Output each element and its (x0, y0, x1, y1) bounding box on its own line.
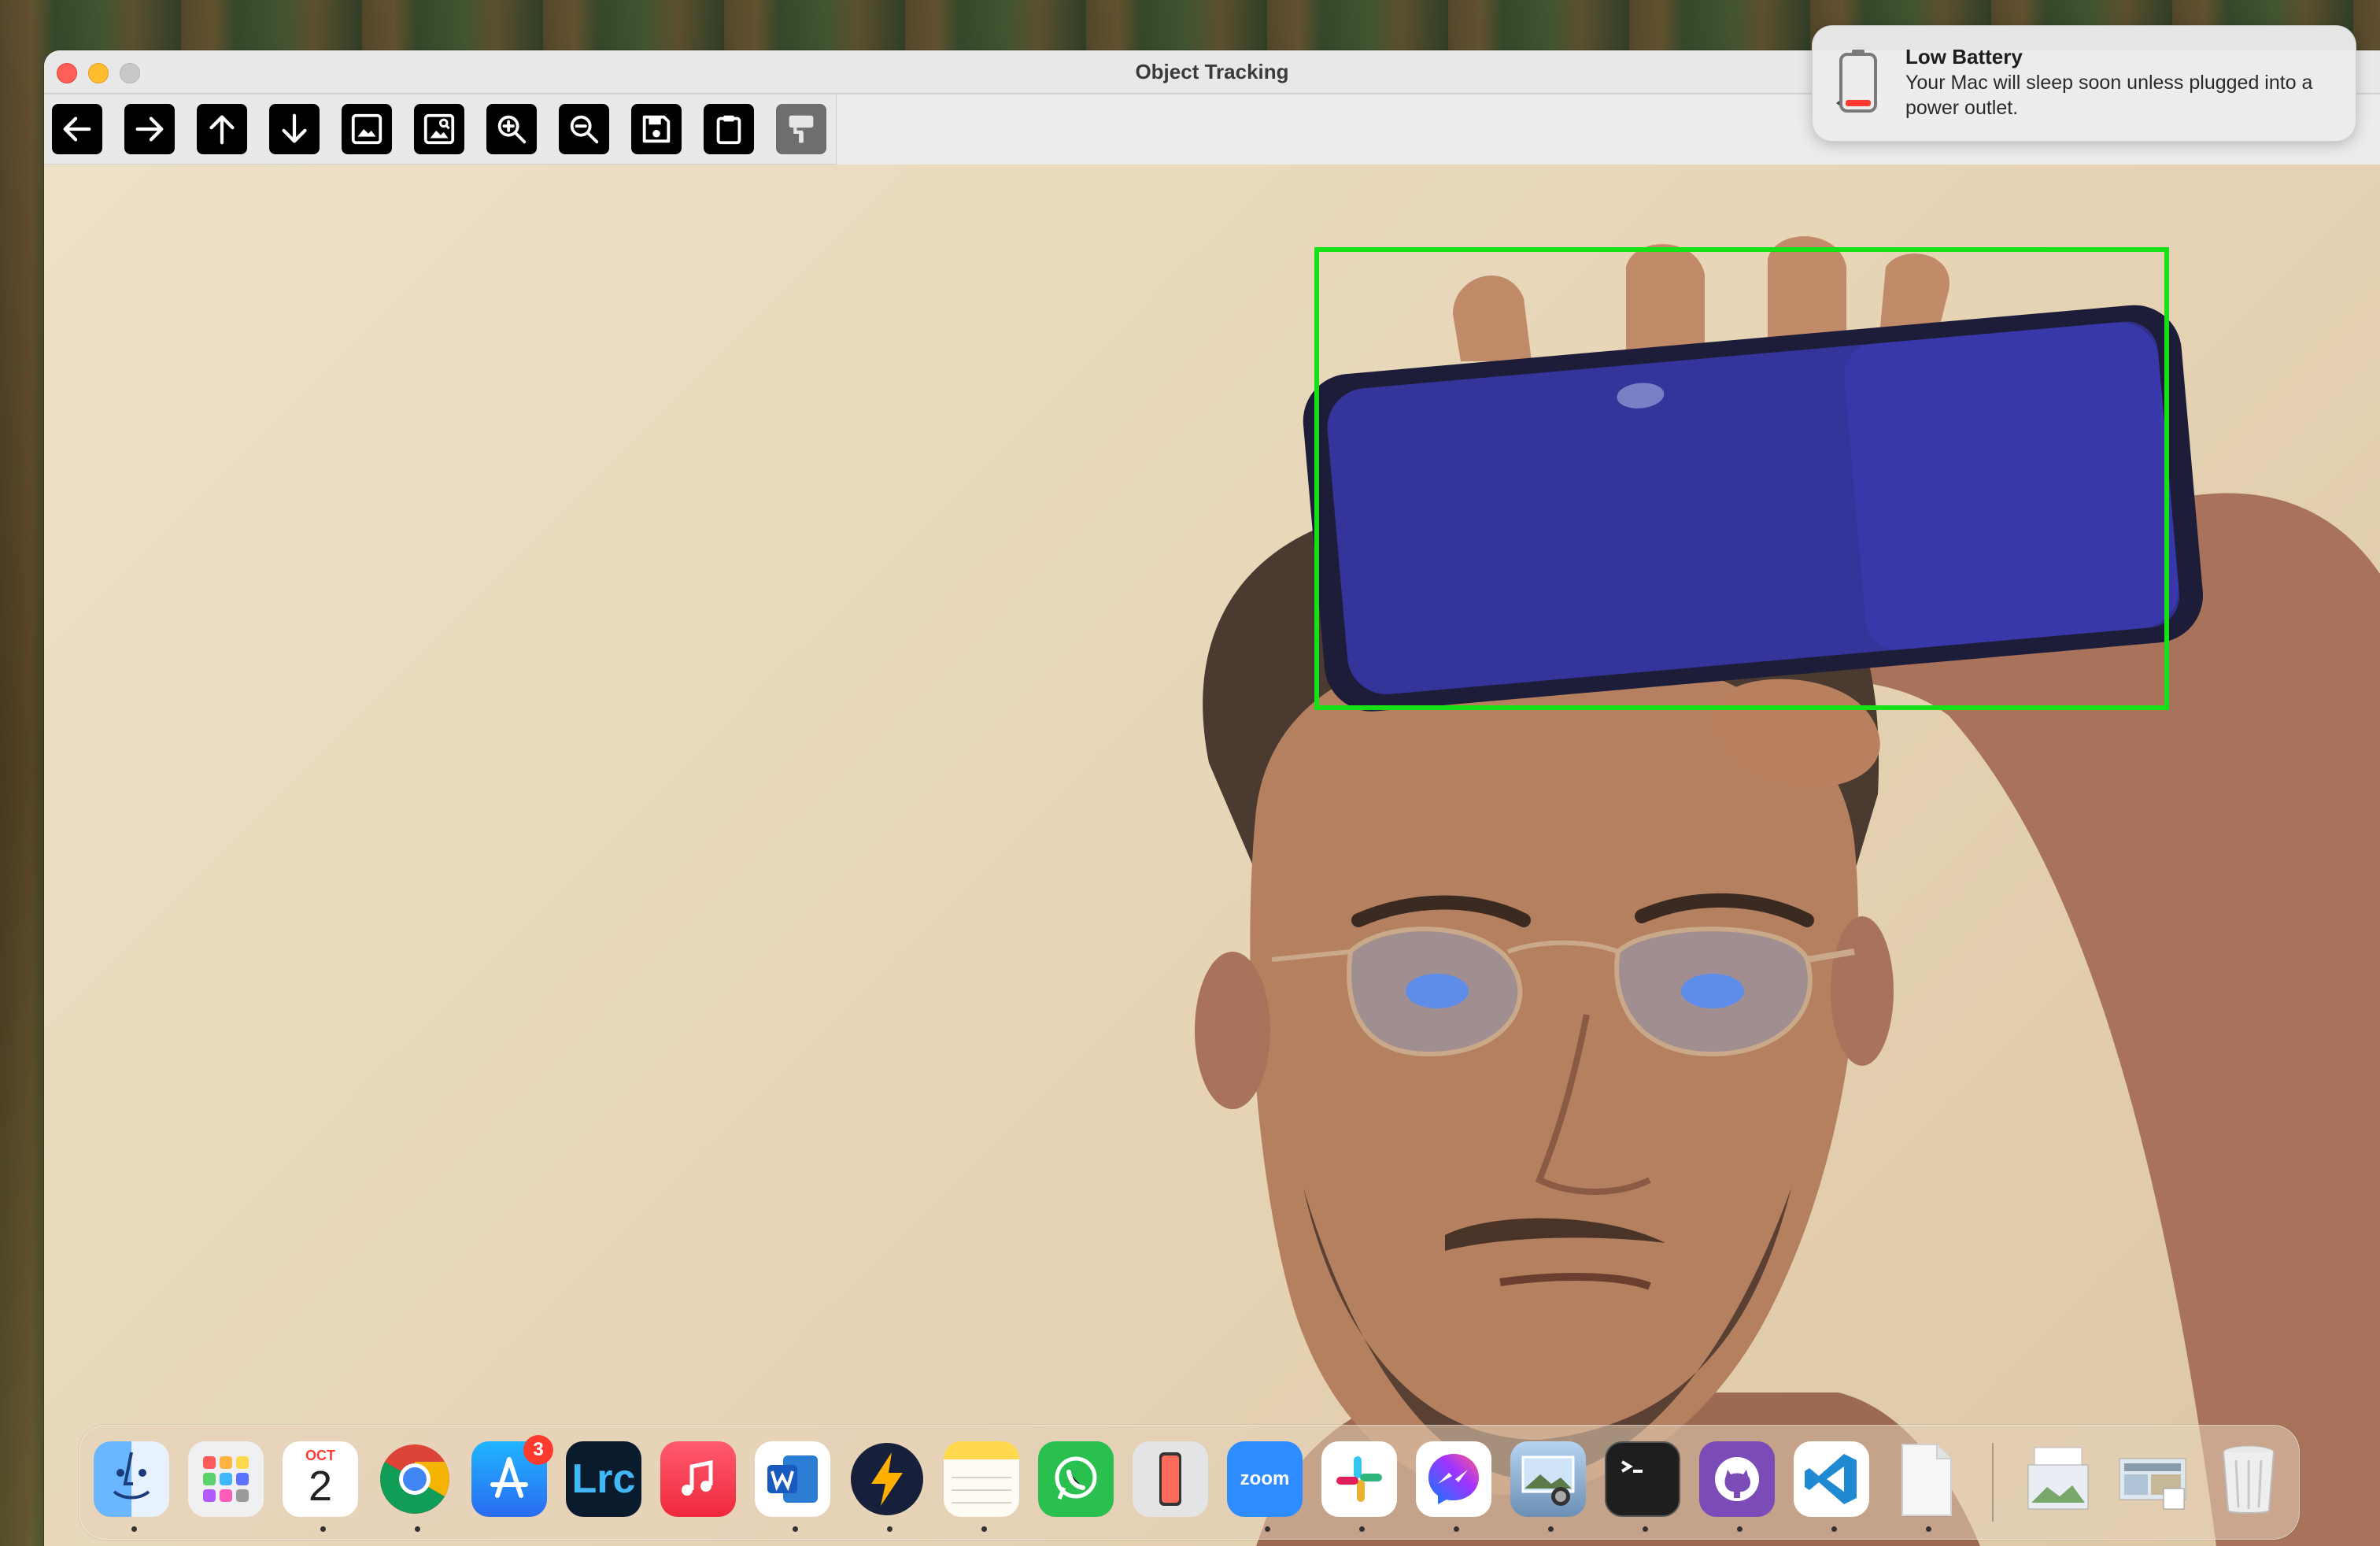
running-indicator (1926, 1526, 1931, 1532)
whatsapp-icon (1055, 1456, 1097, 1500)
dock-iphone-mirroring[interactable] (1133, 1441, 1208, 1517)
terminal-icon (1621, 1460, 1643, 1473)
trash-icon (2223, 1445, 2275, 1514)
dock-terminal[interactable] (1605, 1441, 1680, 1517)
image-button[interactable] (342, 104, 392, 154)
dock-messenger[interactable] (1416, 1441, 1491, 1517)
running-indicator (1359, 1526, 1365, 1532)
notification-title: Low Battery (1905, 45, 2023, 68)
zoom-label: zoom (1240, 1468, 1290, 1489)
running-indicator (1831, 1526, 1837, 1532)
notification-body: Your Mac will sleep soon unless plugged … (1905, 72, 2313, 119)
running-indicator (1454, 1526, 1459, 1532)
dock-whatsapp[interactable] (1038, 1441, 1114, 1517)
running-indicator (1737, 1526, 1743, 1532)
app-window: Object Tracking (44, 50, 2380, 1546)
running-indicator (1265, 1526, 1270, 1532)
save-icon (642, 115, 671, 143)
stack-thumbnail-icon (2119, 1458, 2186, 1510)
down-button[interactable] (269, 104, 320, 154)
stack-thumbnail-icon (2027, 1447, 2089, 1510)
save-button[interactable] (631, 104, 682, 154)
calendar-month: OCT (305, 1448, 335, 1463)
running-indicator (320, 1526, 326, 1532)
dock-chrome[interactable] (377, 1441, 453, 1517)
running-indicator (793, 1526, 798, 1532)
up-button[interactable] (197, 104, 247, 154)
launchpad-icon (203, 1456, 249, 1502)
dock-trash[interactable] (2211, 1441, 2286, 1517)
arrow-up-icon (209, 115, 235, 145)
zoom-out-icon (570, 115, 599, 144)
iphone-icon (1159, 1452, 1181, 1506)
properties-button[interactable] (776, 104, 826, 154)
lightning-bolt-icon (851, 1443, 923, 1515)
notes-icon (952, 1477, 1011, 1503)
dock-launchpad[interactable] (188, 1441, 264, 1517)
app-store-badge: 3 (523, 1435, 553, 1465)
document-icon (1901, 1444, 1952, 1516)
slack-icon (1336, 1456, 1382, 1502)
zoom-out-button[interactable] (559, 104, 609, 154)
running-indicator (415, 1526, 420, 1532)
dock-finder[interactable] (94, 1441, 169, 1517)
dock-divider (1992, 1443, 1994, 1522)
battery-low-icon (1836, 50, 1877, 113)
clipboard-icon (716, 115, 741, 145)
chrome-icon (380, 1444, 449, 1514)
forward-button[interactable] (124, 104, 175, 154)
preview-icon (1521, 1455, 1575, 1506)
dock: OCT 2 3 Lrc zoom (79, 1425, 2300, 1540)
dock-notes[interactable] (944, 1441, 1019, 1517)
running-indicator (131, 1526, 137, 1532)
dock-word[interactable] (755, 1441, 830, 1517)
arrow-right-icon (135, 117, 164, 142)
arrow-down-icon (282, 113, 307, 143)
image-icon (351, 113, 382, 145)
image-search-button[interactable] (414, 104, 464, 154)
dock-vscode[interactable] (1794, 1441, 1869, 1517)
clipboard-button[interactable] (704, 104, 754, 154)
video-canvas (44, 165, 2380, 1546)
arrow-left-icon (63, 117, 91, 142)
zoom-in-icon (497, 115, 527, 144)
vscode-icon (1805, 1454, 1857, 1504)
dock-slack[interactable] (1321, 1441, 1397, 1517)
dock-music[interactable] (660, 1441, 736, 1517)
dock-preview[interactable] (1510, 1441, 1586, 1517)
dock-document[interactable] (1888, 1441, 1964, 1517)
lightroom-label: Lrc (571, 1456, 636, 1502)
tracking-bounding-box (1314, 247, 2169, 710)
dock-downloads-stack[interactable] (2020, 1441, 2096, 1517)
messenger-icon (1428, 1454, 1479, 1504)
dock-zoom[interactable]: zoom (1227, 1441, 1303, 1517)
low-battery-notification[interactable]: Low Battery Your Mac will sleep soon unl… (1812, 25, 2356, 142)
word-icon (767, 1455, 818, 1503)
image-search-icon (423, 113, 455, 145)
dock-screenshots-stack[interactable] (2115, 1441, 2190, 1517)
dock-github-desktop[interactable] (1699, 1441, 1775, 1517)
github-icon (1715, 1457, 1759, 1501)
toolbar (44, 94, 837, 165)
dock-app-store[interactable]: 3 (471, 1435, 553, 1517)
dock-lightroom[interactable]: Lrc (566, 1441, 641, 1517)
calendar-day: 2 (308, 1463, 333, 1510)
running-indicator (981, 1526, 987, 1532)
zoom-in-button[interactable] (486, 104, 537, 154)
running-indicator (1548, 1526, 1554, 1532)
dock-calendar[interactable]: OCT 2 (283, 1441, 358, 1517)
back-button[interactable] (52, 104, 102, 154)
running-indicator (887, 1526, 893, 1532)
running-indicator (1643, 1526, 1648, 1532)
dock-bolt-app[interactable] (849, 1441, 925, 1517)
finder-icon (113, 1452, 150, 1500)
paint-roller-icon (789, 115, 814, 143)
music-note-icon (682, 1459, 713, 1496)
